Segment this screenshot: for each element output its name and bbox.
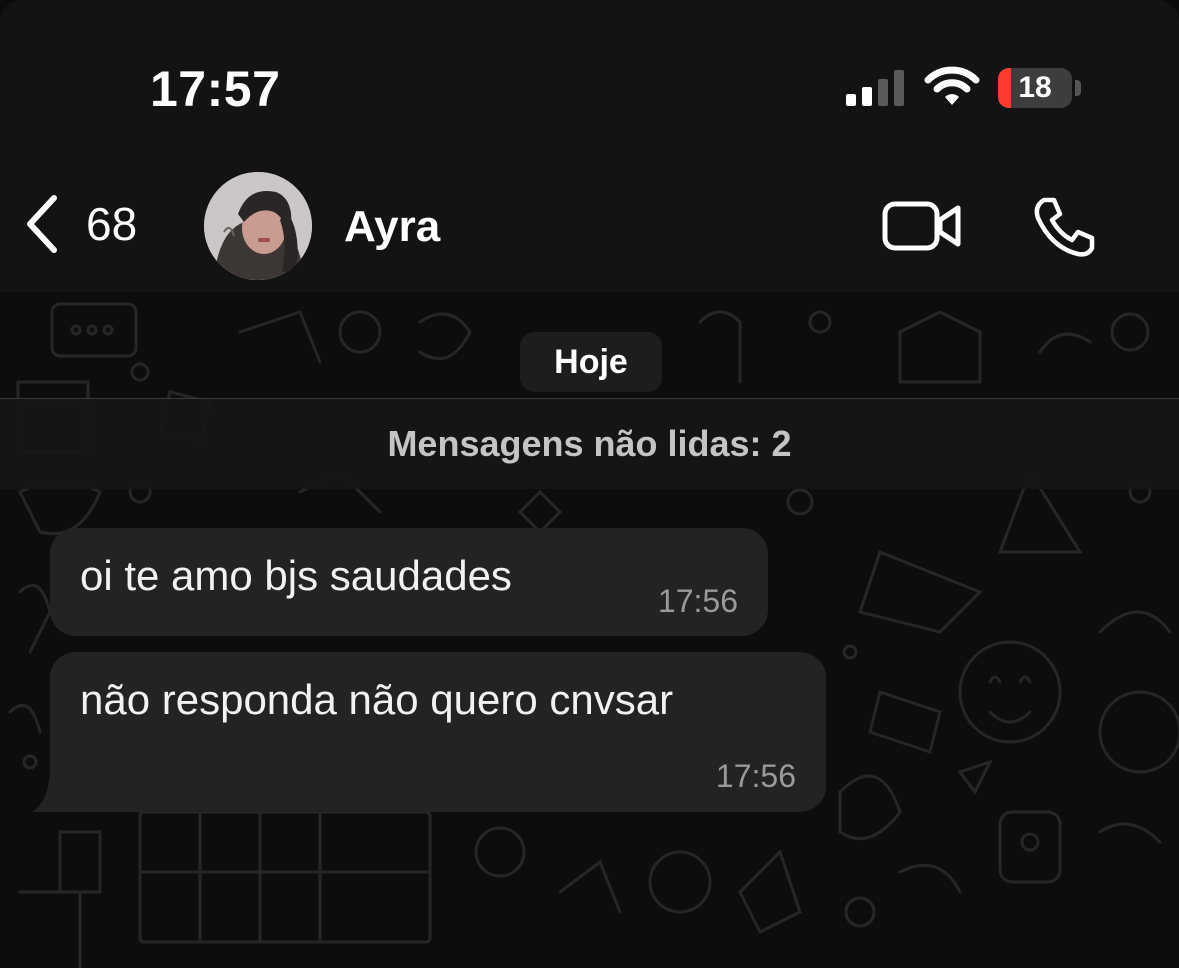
cellular-signal-icon — [846, 70, 906, 106]
status-bar: 17:57 18 — [0, 0, 1179, 150]
avatar[interactable] — [204, 172, 312, 280]
battery-tip — [1075, 80, 1081, 96]
wifi-icon — [924, 66, 980, 105]
phone-screen: 17:57 18 68 Ayra Hoje Mensagens não lida… — [0, 0, 1179, 968]
status-time: 17:57 — [150, 61, 281, 117]
unread-messages-banner: Mensagens não lidas: 2 — [0, 398, 1179, 489]
message-bubble[interactable]: oi te amo bjs saudades 17:56 — [50, 528, 768, 636]
avatar-photo — [204, 172, 312, 280]
message-text: não responda não quero cnvsar — [80, 676, 674, 723]
date-separator: Hoje — [520, 332, 662, 392]
contact-name[interactable]: Ayra — [344, 202, 440, 252]
back-button[interactable]: 68 — [18, 194, 137, 254]
chevron-left-icon — [27, 195, 57, 253]
battery-icon: 18 — [998, 68, 1072, 108]
message-text: oi te amo bjs saudades — [80, 552, 512, 599]
message-time: 17:56 — [657, 583, 738, 619]
message-bubble[interactable]: não responda não quero cnvsar 17:56 — [50, 652, 826, 812]
bubble-tail — [32, 772, 70, 812]
message-time: 17:56 — [715, 758, 796, 794]
video-call-icon[interactable] — [882, 200, 962, 252]
battery-level: 18 — [1018, 71, 1052, 104]
phone-icon[interactable] — [1030, 194, 1096, 260]
unread-chats-count: 68 — [86, 198, 138, 250]
chat-area[interactable]: Hoje Mensagens não lidas: 2 oi te amo bj… — [0, 292, 1179, 968]
chat-header: 68 Ayra — [0, 150, 1179, 292]
